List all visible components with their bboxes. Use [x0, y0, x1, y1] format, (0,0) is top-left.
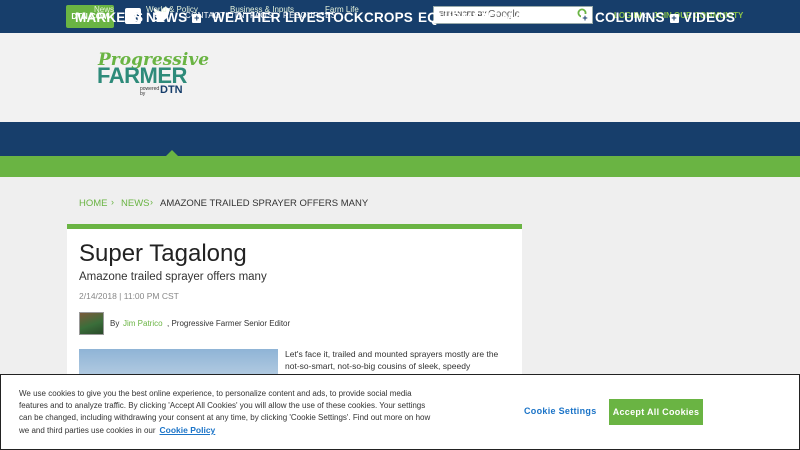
- nav-crops[interactable]: CROPS: [364, 10, 413, 25]
- chevron-right-icon: ›: [150, 197, 153, 207]
- chevron-right-icon: ›: [111, 197, 114, 207]
- main-nav: [0, 122, 800, 156]
- subnav-news[interactable]: News: [94, 5, 114, 14]
- article-subtitle: Amazone trailed sprayer offers many: [79, 271, 267, 283]
- nav-columns-label: COLUMNS: [595, 10, 665, 25]
- active-caret: [166, 150, 178, 156]
- byline-by: By: [110, 319, 120, 328]
- nav-equipment[interactable]: EQUIPMENT: [418, 10, 500, 25]
- expand-plus-icon[interactable]: +: [580, 14, 590, 23]
- sub-nav: [0, 156, 800, 177]
- cookie-settings-button[interactable]: Cookie Settings: [524, 406, 597, 416]
- author-role: , Progressive Farmer Senior Editor: [167, 319, 291, 328]
- cookie-policy-link[interactable]: Cookie Policy: [160, 425, 216, 435]
- nav-magazine[interactable]: MAGAZINE +: [502, 10, 590, 25]
- cookie-text: We use cookies to give you the best onli…: [19, 388, 439, 437]
- nav-columns[interactable]: COLUMNS +: [595, 10, 679, 25]
- author-link[interactable]: Jim Patrico: [123, 319, 163, 328]
- breadcrumb-current: AMAZONE TRAILED SPRAYER OFFERS MANY: [160, 198, 369, 209]
- article-title: Super Tagalong: [79, 240, 247, 267]
- breadcrumb-news[interactable]: NEWS: [121, 198, 150, 209]
- article-body: Let's face it, trailed and mounted spray…: [285, 349, 499, 371]
- logo-dtn: DTN: [160, 84, 183, 96]
- expand-plus-icon[interactable]: +: [192, 14, 202, 23]
- subnav-world-policy[interactable]: World & Policy: [146, 5, 198, 14]
- cookie-message: We use cookies to give you the best onli…: [19, 389, 431, 435]
- expand-plus-icon[interactable]: +: [669, 14, 679, 23]
- nav-videos[interactable]: VIDEOS: [683, 10, 735, 25]
- subnav-farm-life[interactable]: Farm Life: [325, 5, 359, 14]
- logo-powered-by: powered by: [140, 86, 160, 97]
- nav-magazine-label: MAGAZINE: [502, 10, 576, 25]
- accept-all-cookies-button[interactable]: Accept All Cookies: [609, 399, 703, 425]
- article-date: 2/14/2018 | 11:00 PM CST: [79, 291, 179, 301]
- subnav-business-inputs[interactable]: Business & Inputs: [230, 5, 294, 14]
- author-avatar[interactable]: [79, 312, 104, 335]
- breadcrumb-home[interactable]: HOME: [79, 198, 108, 209]
